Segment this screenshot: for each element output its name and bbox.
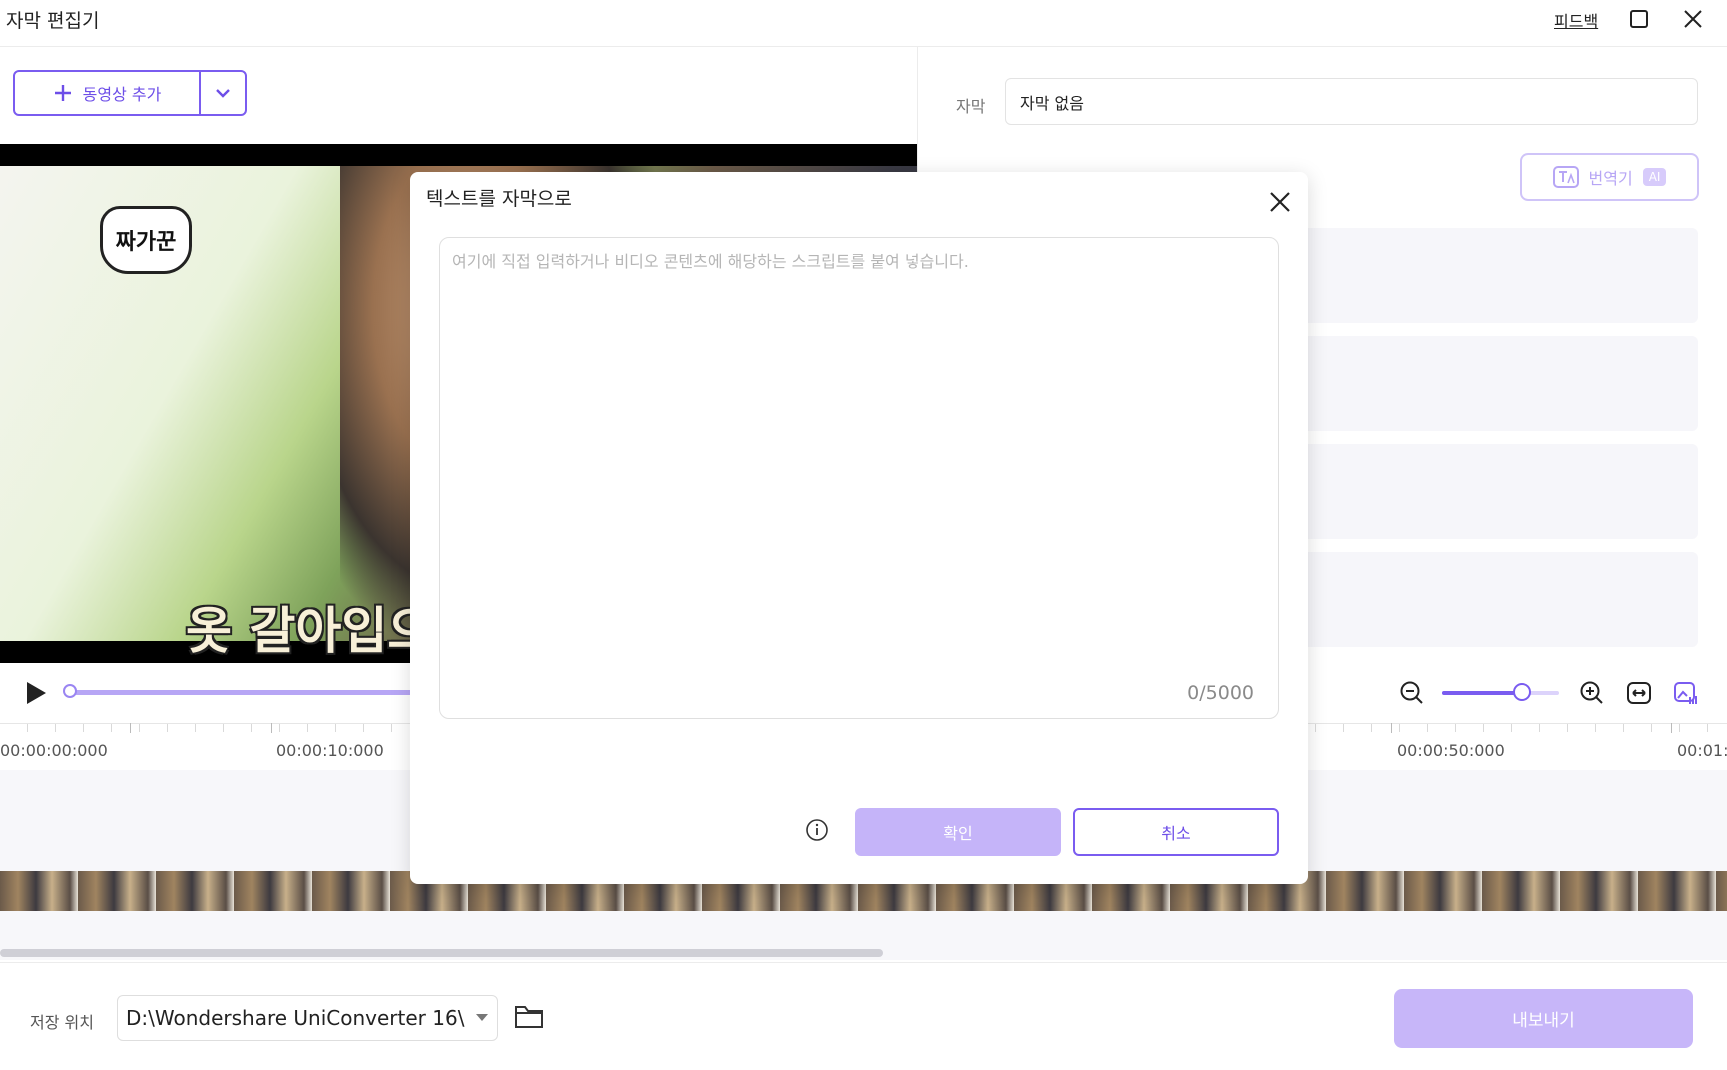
info-button[interactable] [805,818,829,842]
confirm-button[interactable]: 확인 [855,808,1061,856]
subtitle-label: 자막 [956,97,986,116]
ai-badge: AI [1642,168,1667,186]
save-location-label: 저장 위치 [30,1013,94,1032]
close-icon [1684,10,1702,28]
close-icon [1270,192,1290,212]
save-path-select[interactable]: D:\Wondershare UniConverter 16\ [117,995,498,1041]
play-button[interactable] [24,680,48,710]
dialog-close-button[interactable] [1265,187,1295,217]
translate-icon [1552,166,1579,188]
zoom-slider-knob[interactable] [1513,683,1531,701]
info-icon [806,819,828,841]
image-wave-icon [1674,682,1697,704]
close-window-button[interactable] [1678,4,1708,34]
timeline-scrollbar[interactable] [0,949,883,957]
open-folder-button[interactable] [514,1003,544,1033]
title-bar: 자막 편집기 피드백 [0,0,1727,47]
zoom-out-button[interactable] [1397,678,1427,708]
dialog-title: 텍스트를 자막으로 [426,188,572,210]
caret-down-icon [476,1014,488,1021]
translate-button[interactable]: 번역기 AI [1520,153,1699,201]
save-path-value: D:\Wondershare UniConverter 16\ [126,1006,465,1030]
playback-progress-bar[interactable] [70,690,430,695]
zoom-in-button[interactable] [1577,678,1607,708]
add-video-button[interactable]: 동영상 추가 [15,72,201,114]
text-to-subtitle-dialog: 텍스트를 자막으로 여기에 직접 입력하거나 비디오 콘텐츠에 해당하는 스크립… [410,172,1308,884]
maximize-button[interactable] [1624,4,1654,34]
maximize-icon [1630,10,1648,28]
plus-icon [54,85,71,101]
playback-progress-knob[interactable] [63,684,77,698]
script-textarea[interactable]: 여기에 직접 입력하거나 비디오 콘텐츠에 해당하는 스크립트를 붙여 넣습니다… [439,237,1279,719]
chevron-down-icon [216,89,230,98]
fit-width-icon [1627,682,1651,704]
timeline-label: 00:00:50:000 [1397,741,1505,760]
folder-icon [515,1006,543,1028]
image-audio-button[interactable] [1671,678,1701,708]
character-counter: 0/5000 [1187,682,1254,704]
add-video-label: 동영상 추가 [82,85,162,104]
timeline-label: 00:00:10:000 [276,741,384,760]
timeline-label: 00:01: [1677,741,1727,760]
translate-label: 번역기 [1588,169,1633,188]
burned-subtitle: 옷 갈아입으 [186,602,434,660]
app-title: 자막 편집기 [6,10,100,32]
zoom-slider-fill [1442,691,1522,695]
add-video-dropdown[interactable] [201,72,245,114]
zoom-out-icon [1400,681,1423,704]
export-button[interactable]: 내보내기 [1394,989,1693,1048]
add-video-button-group: 동영상 추가 [13,70,247,116]
fit-timeline-button[interactable] [1624,678,1654,708]
channel-logo: 짜가꾼 [100,206,192,274]
script-placeholder: 여기에 직접 입력하거나 비디오 콘텐츠에 해당하는 스크립트를 붙여 넣습니다… [452,252,969,271]
feedback-link[interactable]: 피드백 [1554,8,1598,32]
zoom-in-icon [1580,681,1603,704]
subtitle-select[interactable]: 자막 없음 [1005,78,1698,125]
cancel-button[interactable]: 취소 [1073,808,1279,856]
timeline-label: 00:00:00:000 [0,741,108,760]
play-icon [27,682,46,704]
